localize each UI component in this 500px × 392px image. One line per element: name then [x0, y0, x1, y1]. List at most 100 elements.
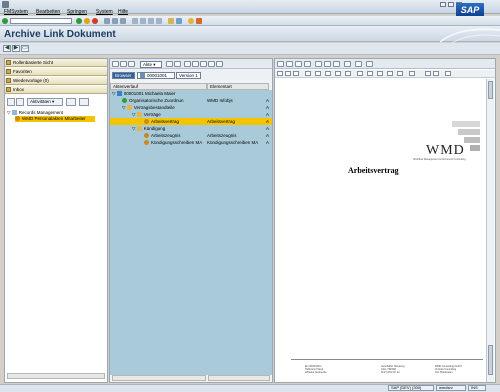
tree-collapse-icon[interactable]	[16, 98, 24, 106]
tree-node-personnel-files[interactable]: WMD Personalakten Mitarbeiter	[15, 116, 95, 122]
tab-browser[interactable]: Browser	[112, 72, 135, 79]
checkbox[interactable]	[409, 71, 415, 76]
mail-icon[interactable]	[315, 61, 322, 67]
checkbox[interactable]	[315, 71, 321, 76]
activities-button[interactable]: Aktivitäten ▾	[27, 98, 63, 106]
page-next-icon[interactable]	[433, 71, 439, 76]
menu-fmsystem[interactable]: FMSystem	[4, 9, 28, 15]
table-row[interactable]: ▽ Verträge A	[110, 111, 272, 118]
back-icon[interactable]	[76, 18, 82, 24]
checkbox[interactable]	[305, 71, 311, 76]
last-page-icon[interactable]	[156, 18, 162, 24]
scrollbar-thumb[interactable]	[488, 345, 493, 375]
checkbox[interactable]	[387, 71, 393, 76]
exit-icon[interactable]	[84, 18, 90, 24]
forward-arrow-icon[interactable]: ▶	[12, 45, 20, 52]
tool-icon[interactable]	[200, 61, 207, 67]
status-mode[interactable]: INS	[468, 385, 486, 391]
settings-icon[interactable]	[79, 98, 89, 106]
table-row[interactable]: Arbeitsvertrag Arbeitsvertrag A	[110, 118, 272, 125]
tool-icon[interactable]	[184, 61, 191, 67]
page-prev-icon[interactable]	[425, 71, 431, 76]
tool-icon[interactable]	[355, 61, 362, 67]
print-icon[interactable]	[277, 71, 283, 76]
attach-icon[interactable]	[286, 61, 293, 67]
menu-springen[interactable]: Springen	[67, 9, 87, 15]
nav-favorites[interactable]: Favoriten	[5, 68, 107, 76]
checkbox[interactable]	[335, 71, 341, 76]
document-vertical-scrollbar[interactable]	[486, 79, 494, 382]
tab-version[interactable]: Version 1	[176, 72, 201, 79]
footer-column: Geschäftsf. Beratung Jobs, HR/RM PLZ 123…	[381, 365, 405, 374]
checkbox[interactable]	[397, 71, 403, 76]
copy-icon[interactable]	[304, 61, 311, 67]
checkbox[interactable]	[345, 71, 351, 76]
fit-page-icon[interactable]	[445, 71, 451, 76]
tab-path[interactable]: 00001001	[137, 72, 175, 79]
settings-icon[interactable]	[166, 61, 173, 67]
checkbox[interactable]	[367, 71, 373, 76]
down-icon[interactable]	[120, 61, 127, 67]
details-icon[interactable]	[128, 61, 135, 67]
table-row[interactable]: ▽ 00001001 Michaela Maier	[110, 90, 272, 97]
table-row[interactable]: Kündigungsschreiben MA Kündigungsschreib…	[110, 139, 272, 146]
refresh-icon[interactable]	[66, 98, 76, 106]
tool-icon[interactable]	[344, 61, 351, 67]
tool-icon[interactable]	[216, 61, 223, 67]
scrollbar-thumb[interactable]	[488, 81, 493, 99]
tool-icon[interactable]	[333, 61, 340, 67]
delete-icon[interactable]	[324, 61, 331, 67]
back-arrow-icon[interactable]: ◀	[3, 45, 11, 52]
find-icon[interactable]	[112, 18, 118, 24]
nav-role-based-view[interactable]: Rollenbasierte Sicht	[5, 59, 107, 67]
tool-icon[interactable]	[208, 61, 215, 67]
enter-icon[interactable]	[2, 18, 8, 24]
column-header-attribute[interactable]: Aktenverlauf	[110, 83, 207, 90]
tool-icon[interactable]	[366, 61, 373, 67]
print-icon[interactable]	[104, 18, 110, 24]
menu-hilfe[interactable]: Hilfe	[118, 9, 128, 15]
save-icon[interactable]	[285, 71, 291, 76]
tree-label: Records Management	[18, 110, 63, 115]
table-row[interactable]: Organisatorische Zuordnun WMD Infobjs A	[110, 97, 272, 104]
command-field[interactable]	[10, 18, 72, 24]
column-header-type[interactable]: Elementart	[207, 83, 269, 90]
up-icon[interactable]	[112, 61, 119, 67]
tool-icon[interactable]	[192, 61, 199, 67]
display-icon[interactable]: ▭	[21, 45, 29, 52]
checkbox[interactable]	[377, 71, 383, 76]
path-label: 00001001	[147, 73, 168, 78]
sap-gui-icon[interactable]	[2, 1, 9, 8]
tree-expand-icon[interactable]	[7, 98, 15, 106]
open-icon[interactable]	[277, 61, 284, 67]
nav-resubmission[interactable]: Wiedervorlage (0)	[5, 77, 107, 85]
menu-system[interactable]: System	[96, 9, 113, 15]
cancel-icon[interactable]	[92, 18, 98, 24]
akte-menu-button[interactable]: Akte ▾	[140, 61, 162, 68]
prev-page-icon[interactable]	[140, 18, 146, 24]
save-icon[interactable]	[174, 61, 181, 67]
help-icon[interactable]	[188, 18, 194, 24]
new-session-icon[interactable]	[168, 18, 174, 24]
next-page-icon[interactable]	[148, 18, 154, 24]
left-horizontal-scrollbar[interactable]	[7, 373, 105, 379]
shortcut-icon[interactable]	[176, 18, 182, 24]
attribute-horizontal-scrollbar[interactable]	[112, 375, 206, 381]
find-next-icon[interactable]	[120, 18, 126, 24]
table-row[interactable]: ▽ Kündigung A	[110, 125, 272, 132]
first-page-icon[interactable]	[132, 18, 138, 24]
checkbox[interactable]	[357, 71, 363, 76]
type-horizontal-scrollbar[interactable]	[208, 375, 270, 381]
menu-bearbeiten[interactable]: Bearbeiten	[36, 9, 60, 15]
table-row[interactable]: ▽ Vertragsbestandteile A	[110, 104, 272, 111]
zoom-icon[interactable]	[293, 71, 299, 76]
edit-icon[interactable]	[295, 61, 302, 67]
layout-icon[interactable]	[196, 18, 202, 24]
minimize-button[interactable]	[440, 2, 446, 7]
status-server[interactable]: wmdsrv	[436, 385, 466, 391]
table-row[interactable]: Arbeitszeugnis Arbeitszeugnis A	[110, 132, 272, 139]
nav-inbox[interactable]: Inbox	[5, 86, 107, 94]
status-system[interactable]: SAP (DEV) (300)	[388, 385, 434, 391]
maximize-button[interactable]	[448, 2, 454, 7]
checkbox[interactable]	[325, 71, 331, 76]
